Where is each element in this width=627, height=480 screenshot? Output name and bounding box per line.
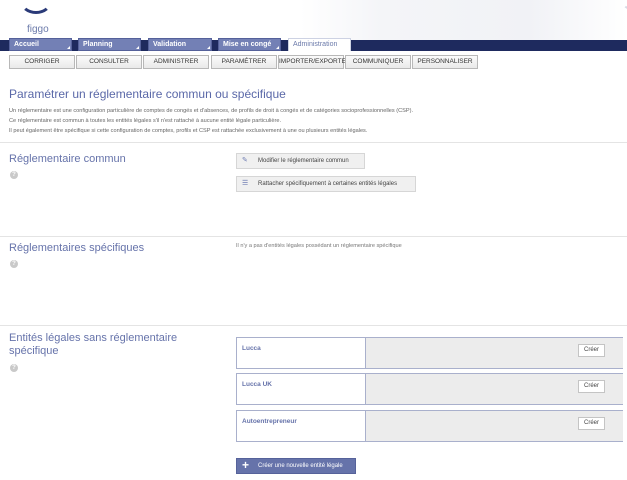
- app-header: figgo figgo: [0, 0, 627, 40]
- tab-planning[interactable]: Planning: [78, 38, 141, 51]
- subnav-corriger[interactable]: CORRIGER: [9, 55, 75, 69]
- modify-common-label: Modifier le réglementaire commun: [258, 158, 349, 164]
- tab-validation[interactable]: Validation: [148, 38, 212, 51]
- section-divider: [0, 236, 627, 237]
- tab-accueil[interactable]: Accueil: [9, 38, 72, 51]
- entity-name: Lucca: [242, 345, 261, 352]
- help-icon[interactable]: ?: [10, 260, 18, 268]
- attach-entities-label: Rattacher spécifiquement à certaines ent…: [258, 181, 398, 187]
- entities-title-line-2: spécifique: [9, 345, 59, 357]
- create-button[interactable]: Créer: [578, 344, 605, 357]
- create-button[interactable]: Créer: [578, 380, 605, 393]
- modify-common-button[interactable]: ✎ Modifier le réglementaire commun: [236, 153, 365, 169]
- plus-icon: +: [242, 458, 250, 472]
- create-new-entity-label: Créer une nouvelle entité légale: [258, 463, 343, 469]
- section-divider: [0, 325, 627, 326]
- description-line-2: Ce réglementaire est commun à toutes les…: [9, 118, 282, 124]
- subnav-personnaliser[interactable]: PERSONNALISER: [412, 55, 478, 69]
- help-icon[interactable]: ?: [10, 171, 18, 179]
- entity-row: Autoentrepreneur Créer: [236, 410, 623, 442]
- subnav-administrer[interactable]: ADMINISTRER: [143, 55, 209, 69]
- logo-smile-icon: [20, 0, 52, 14]
- edit-icon: ✎: [242, 157, 248, 164]
- no-specific-info: Il n'y a pas d'entités légales possédant…: [236, 243, 402, 249]
- specific-section-title: Réglementaires spécifiques: [9, 242, 145, 254]
- tab-mise-en-conge[interactable]: Mise en congé: [218, 38, 281, 51]
- logo-text[interactable]: figgo: [27, 24, 49, 35]
- tab-administration[interactable]: Administration: [288, 38, 351, 51]
- common-section-title: Réglementaire commun: [9, 153, 126, 165]
- header-decoration: figgo: [300, 0, 627, 40]
- subnav-communiquer[interactable]: COMMUNIQUER: [345, 55, 411, 69]
- entity-action-area: Créer: [365, 338, 623, 368]
- subnav-importer-exporter[interactable]: IMPORTER/EXPORTER: [278, 55, 351, 69]
- subnav-parametrer[interactable]: PARAMÉTRER: [211, 55, 277, 69]
- description-line-3: Il peut également être spécifique si cet…: [9, 128, 368, 134]
- entity-row: Lucca Créer: [236, 337, 623, 369]
- subnav-consulter[interactable]: CONSULTER: [76, 55, 142, 69]
- entities-title-line-1: Entités légales sans réglementaire: [9, 332, 178, 344]
- description-line-1: Un réglementaire est une configuration p…: [9, 108, 414, 114]
- create-button[interactable]: Créer: [578, 417, 605, 430]
- decoration-arc: [618, 0, 627, 14]
- entity-row: Lucca UK Créer: [236, 373, 623, 405]
- entities-section-title: Entités légales sans réglementaire spéci…: [9, 332, 177, 358]
- entity-action-area: Créer: [365, 374, 623, 404]
- list-icon: ☰: [242, 180, 249, 187]
- attach-entities-button[interactable]: ☰ Rattacher spécifiquement à certaines e…: [236, 176, 416, 192]
- entity-name: Lucca UK: [242, 381, 272, 388]
- page-title: Paramétrer un réglementaire commun ou sp…: [9, 87, 286, 101]
- section-divider: [0, 142, 627, 143]
- entity-name: Autoentrepreneur: [242, 418, 297, 425]
- entity-action-area: Créer: [365, 411, 623, 441]
- create-new-entity-button[interactable]: + Créer une nouvelle entité légale: [236, 458, 356, 474]
- help-icon[interactable]: ?: [10, 364, 18, 372]
